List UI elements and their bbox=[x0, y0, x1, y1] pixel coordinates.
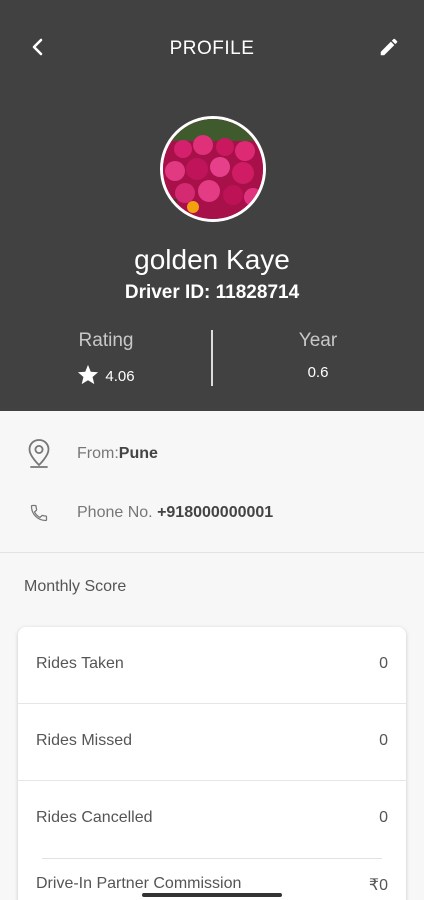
driver-id-label: Driver ID: bbox=[124, 282, 211, 303]
phone-text: Phone No. +918000000001 bbox=[77, 504, 273, 522]
profile-header: PROFILE golden Kaye Driver ID: 11828714 … bbox=[0, 0, 424, 411]
page-title: PROFILE bbox=[169, 38, 255, 59]
score-label: Rides Missed bbox=[36, 732, 133, 749]
from-row: From:Pune bbox=[0, 429, 424, 479]
rating-value: 4.06 bbox=[105, 368, 135, 385]
info-section: From:Pune Phone No. +918000000001 bbox=[0, 411, 424, 553]
driver-id-value: 11828714 bbox=[215, 282, 300, 303]
score-label: Rides Cancelled bbox=[36, 809, 153, 826]
from-text: From:Pune bbox=[77, 445, 158, 463]
monthly-score-card: Rides Taken 0 Rides Missed 0 Rides Cance… bbox=[18, 627, 406, 900]
top-bar: PROFILE bbox=[0, 22, 424, 74]
location-pin-icon bbox=[24, 437, 54, 471]
phone-value: +918000000001 bbox=[157, 504, 274, 521]
edit-button[interactable] bbox=[374, 34, 404, 64]
score-label: Rides Taken bbox=[36, 655, 124, 672]
driver-id: Driver ID: 11828714 bbox=[0, 282, 424, 304]
score-value: 0 bbox=[379, 732, 388, 749]
from-value: Pune bbox=[118, 445, 158, 462]
score-row: Rides Taken 0 bbox=[18, 627, 406, 704]
avatar[interactable] bbox=[160, 116, 266, 222]
pencil-icon bbox=[378, 36, 400, 63]
monthly-score-title: Monthly Score bbox=[24, 578, 127, 595]
score-value: ₹0 bbox=[368, 877, 388, 894]
rating-value-row: 4.06 bbox=[0, 364, 212, 389]
rating-label: Rating bbox=[78, 330, 134, 351]
from-label: From: bbox=[77, 445, 119, 462]
score-row: Rides Cancelled 0 bbox=[18, 781, 406, 858]
score-row: Rides Missed 0 bbox=[18, 704, 406, 781]
home-indicator[interactable] bbox=[142, 893, 282, 897]
phone-icon bbox=[24, 496, 54, 530]
year-value: 0.6 bbox=[307, 364, 329, 381]
year-label: Year bbox=[298, 330, 338, 351]
score-label: Drive-In Partner Commission bbox=[36, 875, 242, 892]
score-value: 0 bbox=[379, 655, 388, 672]
phone-row: Phone No. +918000000001 bbox=[0, 488, 424, 538]
rating-stat: Rating 4.06 bbox=[0, 330, 212, 389]
star-icon bbox=[77, 364, 99, 389]
driver-name: golden Kaye bbox=[134, 244, 290, 275]
year-stat: Year 0.6 bbox=[212, 330, 424, 381]
score-value: 0 bbox=[379, 809, 388, 826]
year-value-row: 0.6 bbox=[212, 364, 424, 381]
phone-label: Phone No. bbox=[77, 504, 153, 521]
